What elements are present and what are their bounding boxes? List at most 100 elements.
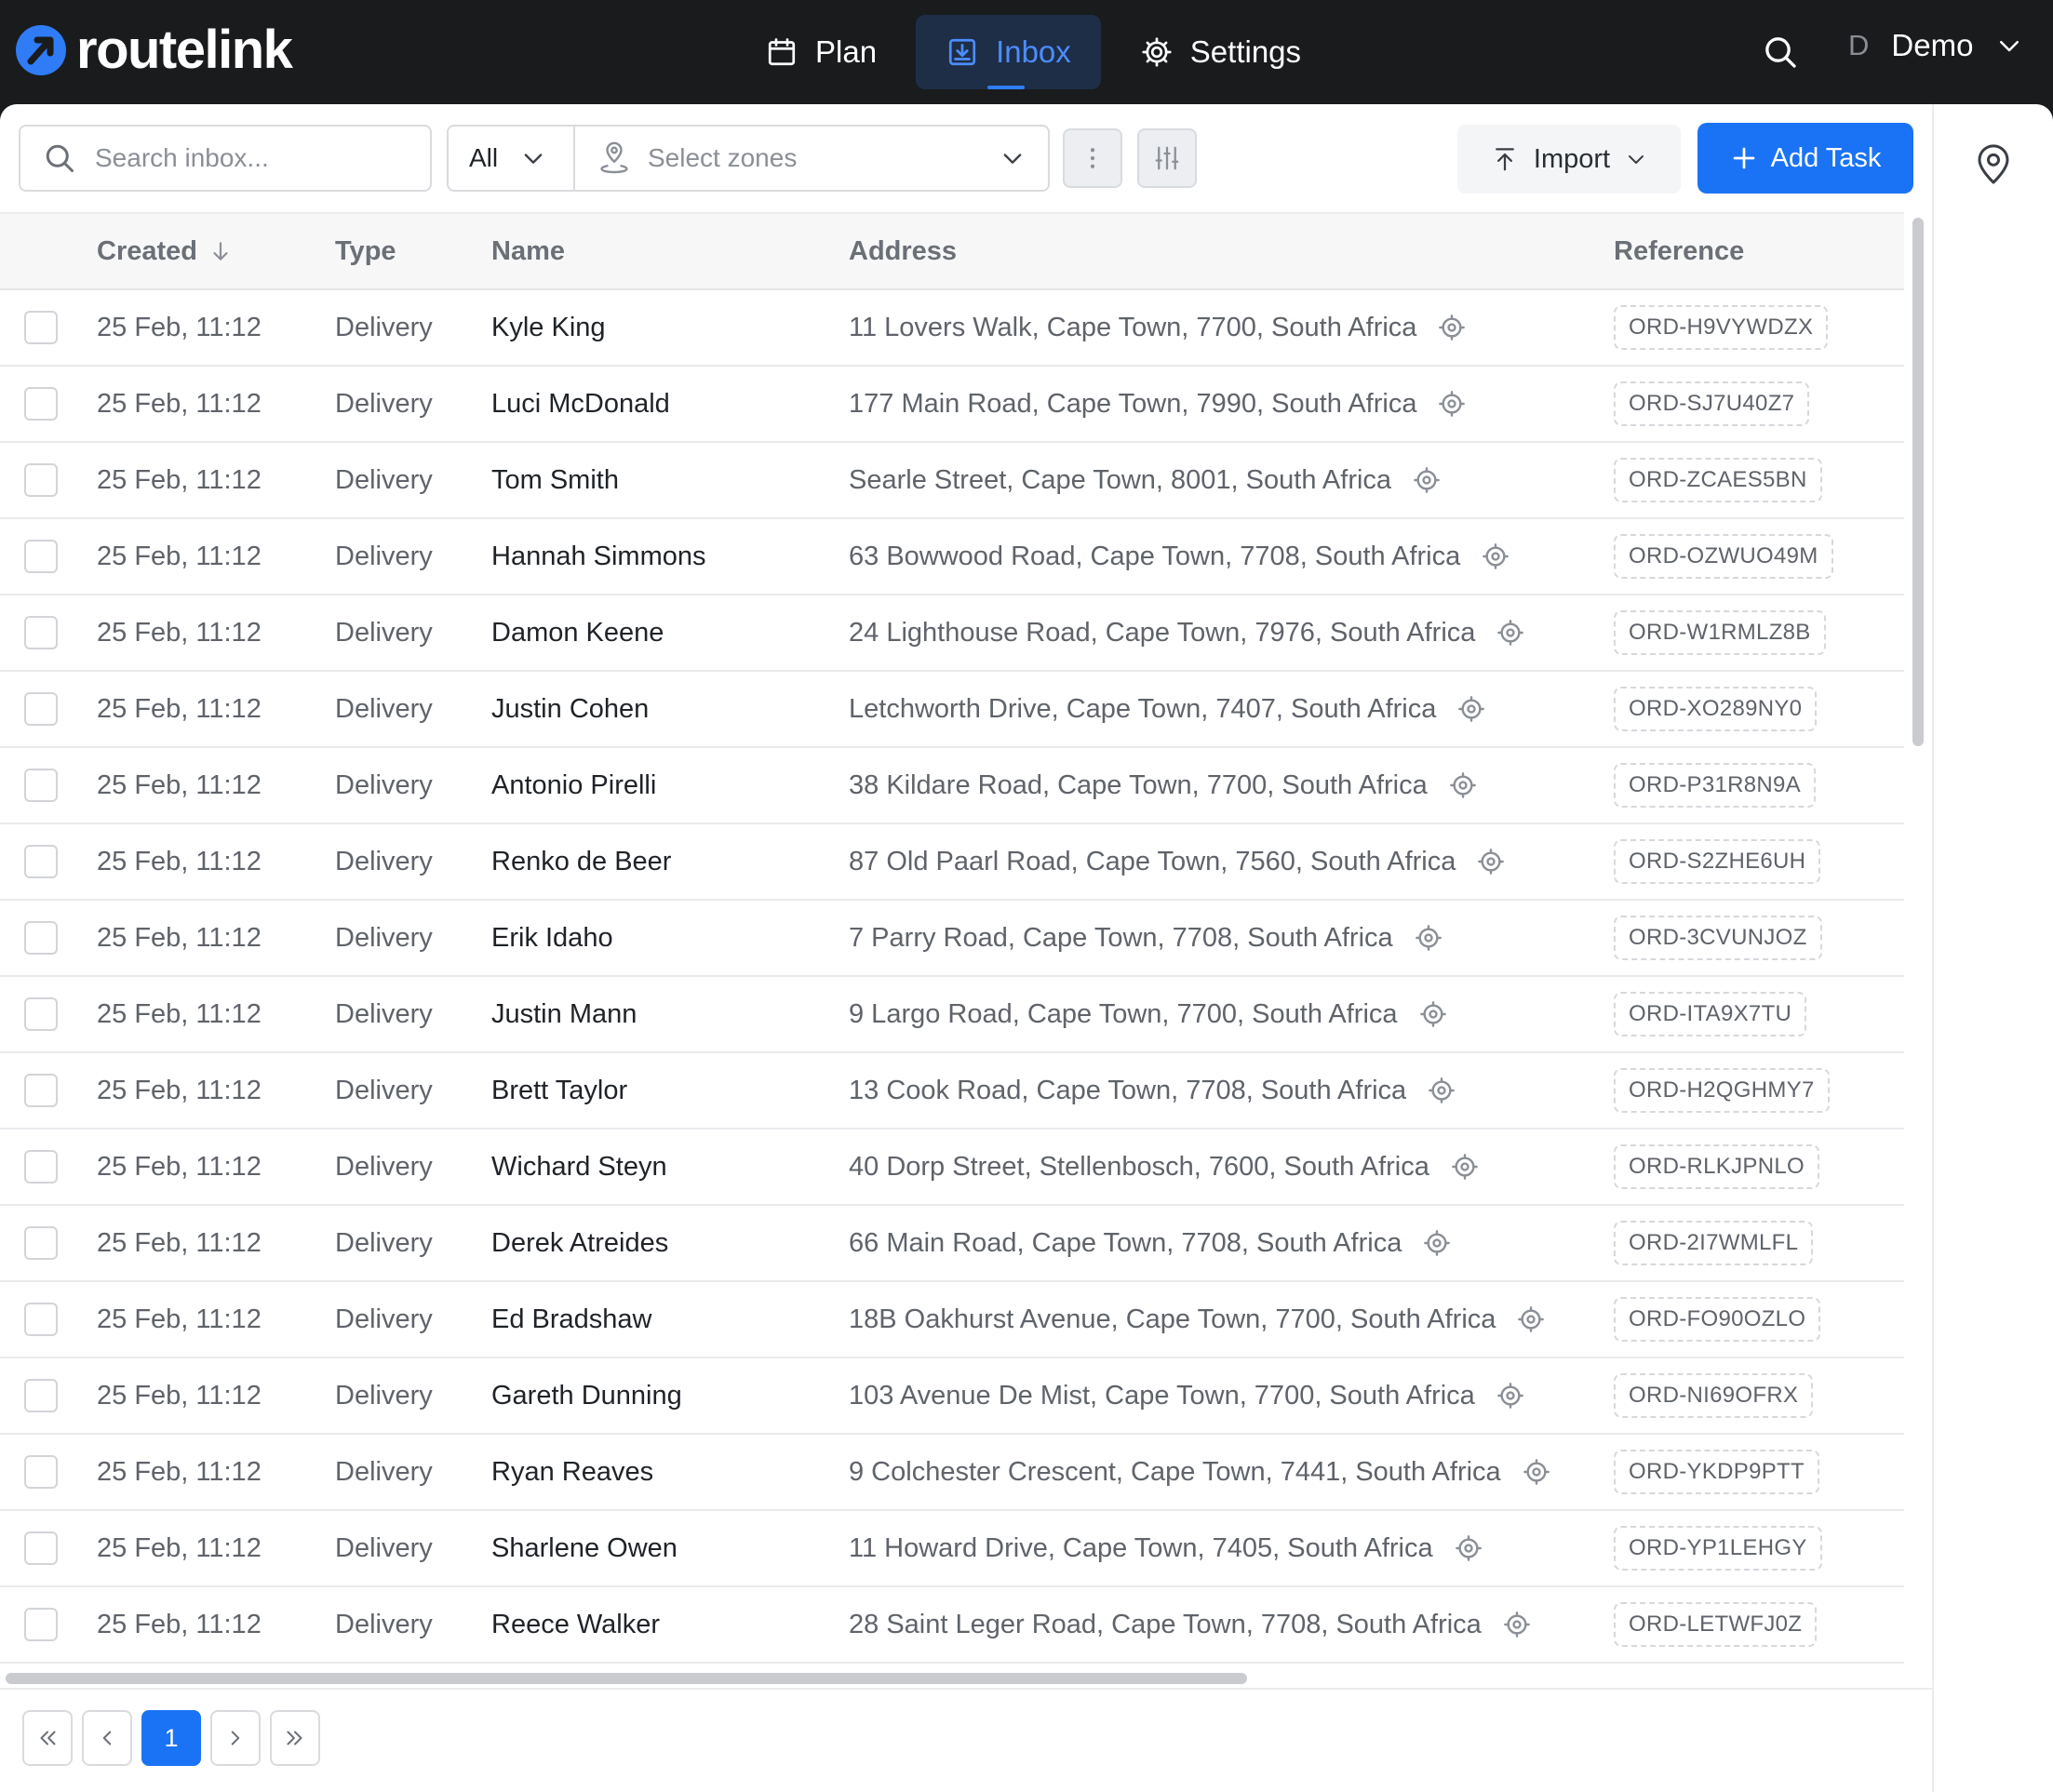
locate-target-icon[interactable] — [1414, 923, 1443, 953]
nav-inbox[interactable]: Inbox — [916, 15, 1101, 89]
app-logo[interactable]: routelink — [15, 23, 293, 77]
locate-target-icon[interactable] — [1437, 313, 1467, 342]
reference-badge[interactable]: ORD-P31R8N9A — [1614, 763, 1816, 808]
locate-target-icon[interactable] — [1481, 542, 1510, 571]
table-row[interactable]: 25 Feb, 11:12 Delivery Luci McDonald 177 Ma… — [0, 367, 1904, 443]
locate-target-icon[interactable] — [1427, 1076, 1456, 1105]
horizontal-scrollbar[interactable] — [6, 1673, 1247, 1684]
locate-target-icon[interactable] — [1448, 770, 1478, 800]
locate-target-icon[interactable] — [1502, 1610, 1532, 1639]
row-checkbox[interactable] — [24, 540, 58, 573]
more-options-button[interactable] — [1063, 128, 1122, 188]
type-filter-select[interactable]: All — [449, 127, 575, 190]
first-page-button[interactable] — [22, 1710, 73, 1766]
column-header-name[interactable]: Name — [491, 214, 565, 288]
table-row[interactable]: 25 Feb, 11:12 Delivery Damon Keene 24 Light… — [0, 595, 1904, 672]
reference-badge[interactable]: ORD-H2QGHMY7 — [1614, 1068, 1830, 1113]
row-checkbox[interactable] — [24, 921, 58, 955]
previous-page-button[interactable] — [82, 1710, 132, 1766]
reference-badge[interactable]: ORD-YKDP9PTT — [1614, 1450, 1819, 1494]
reference-badge[interactable]: ORD-3CVUNJOZ — [1614, 916, 1822, 960]
table-row[interactable]: 25 Feb, 11:12 Delivery Ed Bradshaw 18B Oakh… — [0, 1282, 1904, 1358]
table-row[interactable]: 25 Feb, 11:12 Delivery Justin Cohen Letchwo… — [0, 672, 1904, 748]
locate-target-icon[interactable] — [1422, 1228, 1452, 1258]
row-checkbox[interactable] — [24, 1303, 58, 1336]
row-checkbox[interactable] — [24, 997, 58, 1031]
column-header-address[interactable]: Address — [849, 214, 957, 288]
row-checkbox[interactable] — [24, 1150, 58, 1184]
locate-target-icon[interactable] — [1496, 1381, 1525, 1411]
global-search-icon[interactable] — [1762, 33, 1799, 71]
cell-created: 25 Feb, 11:12 — [97, 1456, 262, 1487]
reference-badge[interactable]: ORD-ITA9X7TU — [1614, 992, 1807, 1036]
import-button[interactable]: Import — [1457, 125, 1681, 194]
locate-target-icon[interactable] — [1437, 389, 1467, 419]
table-row[interactable]: 25 Feb, 11:12 Delivery Erik Idaho 7 Parry R… — [0, 901, 1904, 977]
table-row[interactable]: 25 Feb, 11:12 Delivery Tom Smith Searle Str… — [0, 443, 1904, 519]
table-row[interactable]: 25 Feb, 11:12 Delivery Wichard Steyn 40 Dor… — [0, 1130, 1904, 1206]
row-checkbox[interactable] — [24, 1074, 58, 1107]
column-settings-button[interactable] — [1137, 128, 1197, 188]
reference-badge[interactable]: ORD-OZWUO49M — [1614, 534, 1833, 579]
table-row[interactable]: 25 Feb, 11:12 Delivery Kyle King 11 Lovers … — [0, 290, 1904, 367]
reference-badge[interactable]: ORD-RLKJPNLO — [1614, 1144, 1819, 1189]
locate-target-icon[interactable] — [1456, 694, 1486, 724]
zones-select[interactable]: Select zones — [575, 127, 1048, 190]
locate-target-icon[interactable] — [1522, 1457, 1551, 1487]
reference-badge[interactable]: ORD-LETWFJ0Z — [1614, 1602, 1818, 1647]
row-checkbox[interactable] — [24, 1455, 58, 1489]
reference-badge[interactable]: ORD-ZCAES5BN — [1614, 458, 1822, 502]
row-checkbox[interactable] — [24, 387, 58, 421]
map-pin-icon[interactable] — [1975, 141, 2012, 186]
row-checkbox[interactable] — [24, 692, 58, 726]
page-1-button[interactable]: 1 — [141, 1710, 201, 1766]
locate-target-icon[interactable] — [1418, 999, 1448, 1029]
row-checkbox[interactable] — [24, 311, 58, 344]
table-row[interactable]: 25 Feb, 11:12 Delivery Sharlene Owen 11 How… — [0, 1511, 1904, 1587]
table-row[interactable]: 25 Feb, 11:12 Delivery Justin Mann 9 Largo … — [0, 977, 1904, 1053]
table-row[interactable]: 25 Feb, 11:12 Delivery Gareth Dunning 103 A… — [0, 1358, 1904, 1435]
locate-target-icon[interactable] — [1450, 1152, 1480, 1182]
table-row[interactable]: 25 Feb, 11:12 Delivery Derek Atreides 66 Ma… — [0, 1206, 1904, 1282]
row-checkbox[interactable] — [24, 1379, 58, 1412]
row-checkbox[interactable] — [24, 1608, 58, 1641]
reference-badge[interactable]: ORD-FO90OZLO — [1614, 1297, 1821, 1342]
search-box[interactable] — [19, 125, 432, 192]
search-input[interactable] — [95, 143, 411, 173]
column-header-type[interactable]: Type — [335, 214, 396, 288]
table-row[interactable]: 25 Feb, 11:12 Delivery Brett Taylor 13 Cook… — [0, 1053, 1904, 1130]
table-row[interactable]: 25 Feb, 11:12 Delivery Antonio Pirelli 38 K… — [0, 748, 1904, 824]
nav-settings[interactable]: Settings — [1110, 15, 1331, 89]
row-checkbox[interactable] — [24, 769, 58, 802]
last-page-button[interactable] — [270, 1710, 320, 1766]
locate-target-icon[interactable] — [1476, 847, 1506, 876]
table-row[interactable]: 25 Feb, 11:12 Delivery Renko de Beer 87 Old… — [0, 824, 1904, 901]
column-header-reference[interactable]: Reference — [1614, 214, 1744, 288]
reference-badge[interactable]: ORD-2I7WMLFL — [1614, 1221, 1814, 1265]
reference-badge[interactable]: ORD-W1RMLZ8B — [1614, 610, 1826, 655]
table-row[interactable]: 25 Feb, 11:12 Delivery Ryan Reaves 9 Colche… — [0, 1435, 1904, 1511]
locate-target-icon[interactable] — [1496, 618, 1525, 648]
column-header-created[interactable]: Created — [97, 214, 233, 288]
table-row[interactable]: 25 Feb, 11:12 Delivery Reece Walker 28 Sain… — [0, 1587, 1904, 1664]
table-row[interactable]: 25 Feb, 11:12 Delivery Hannah Simmons 63 Bo… — [0, 519, 1904, 595]
locate-target-icon[interactable] — [1516, 1304, 1546, 1334]
row-checkbox[interactable] — [24, 463, 58, 497]
reference-badge[interactable]: ORD-SJ7U40Z7 — [1614, 381, 1810, 426]
locate-target-icon[interactable] — [1412, 465, 1442, 495]
row-checkbox[interactable] — [24, 616, 58, 649]
reference-badge[interactable]: ORD-XO289NY0 — [1614, 687, 1818, 731]
reference-badge[interactable]: ORD-S2ZHE6UH — [1614, 839, 1821, 884]
reference-badge[interactable]: ORD-NI69OFRX — [1614, 1373, 1814, 1418]
row-checkbox[interactable] — [24, 845, 58, 878]
reference-badge[interactable]: ORD-YP1LEHGY — [1614, 1526, 1822, 1571]
add-task-button[interactable]: Add Task — [1697, 123, 1913, 194]
row-checkbox[interactable] — [24, 1531, 58, 1565]
user-menu[interactable]: D Demo — [1848, 28, 2023, 63]
vertical-scrollbar[interactable] — [1912, 218, 1924, 746]
row-checkbox[interactable] — [24, 1226, 58, 1260]
next-page-button[interactable] — [210, 1710, 261, 1766]
nav-plan[interactable]: Plan — [735, 15, 906, 89]
reference-badge[interactable]: ORD-H9VYWDZX — [1614, 305, 1829, 350]
locate-target-icon[interactable] — [1454, 1533, 1483, 1563]
